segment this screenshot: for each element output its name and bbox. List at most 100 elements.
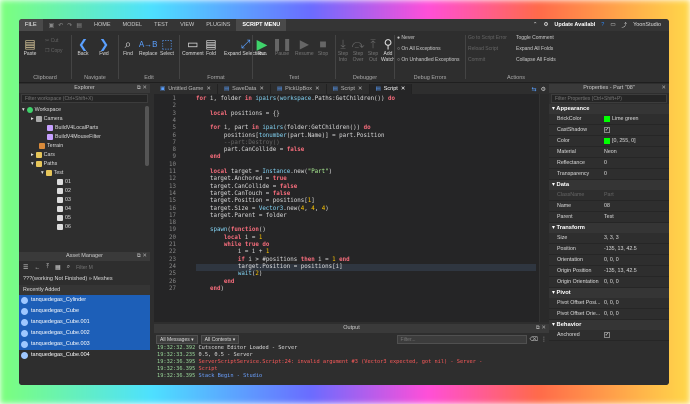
- code-line[interactable]: wait(2): [196, 271, 262, 278]
- property-row[interactable]: Position -135, 13, 42.5: [549, 244, 669, 255]
- code-line[interactable]: local target = Instance.new("Part"): [196, 169, 332, 176]
- back-icon[interactable]: ←: [34, 265, 40, 271]
- code-area[interactable]: 1 for i, folder in ipairs(workspace.Paths…: [154, 94, 539, 322]
- resume-button[interactable]: ▶ Resume: [295, 37, 314, 57]
- property-value[interactable]: [0, 255, 0]: [604, 138, 669, 144]
- menu-script[interactable]: SCRIPT MENU: [236, 19, 287, 31]
- help-icon[interactable]: ?: [601, 22, 604, 28]
- code-line[interactable]: for i, part in ipairs(folder:GetChildren…: [196, 125, 371, 132]
- property-value[interactable]: ✓: [604, 127, 669, 133]
- close-icon[interactable]: ⧉ ✕: [536, 324, 546, 333]
- property-row[interactable]: Orientation 0, 0, 0: [549, 255, 669, 266]
- close-icon[interactable]: ✕: [401, 84, 406, 94]
- add-watch-button[interactable]: ⚲ Add Watch: [381, 37, 395, 63]
- property-row[interactable]: Reflectance 0: [549, 158, 669, 169]
- property-row[interactable]: Pivot Offset Orie... 0, 0, 0: [549, 309, 669, 320]
- asset-item[interactable]: tanquedegas_Cube.002: [19, 328, 150, 339]
- property-value[interactable]: 0, 0, 0: [604, 300, 669, 306]
- compare-icon[interactable]: ⇆: [532, 86, 537, 93]
- notification-icon[interactable]: ▭: [610, 22, 615, 28]
- output-line[interactable]: 19:32:36.395 Script: [154, 366, 549, 373]
- collapse-ribbon-icon[interactable]: ⌃: [533, 22, 538, 28]
- comment-button[interactable]: ▭ Comment: [182, 37, 204, 57]
- run-button[interactable]: ▶ Run: [255, 36, 269, 58]
- unhandled-exceptions-option[interactable]: ○ On Unhandled Exceptions: [397, 57, 460, 63]
- tab-script-active[interactable]: ▤ Script ✕: [369, 84, 413, 94]
- user-name[interactable]: YoonStudio: [633, 22, 661, 28]
- close-icon[interactable]: ✕: [206, 84, 211, 94]
- replace-button[interactable]: A→B Replace: [139, 37, 158, 58]
- folder-icon[interactable]: ▤: [76, 22, 82, 29]
- property-section-pivot[interactable]: ▾ Pivot: [549, 288, 669, 298]
- property-row[interactable]: CastShadow ✓: [549, 125, 669, 136]
- code-line[interactable]: target.Position = positions[i]: [196, 263, 536, 272]
- code-line[interactable]: for i, folder in ipairs(workspace.Paths:…: [196, 96, 395, 103]
- property-row[interactable]: Name 08: [549, 201, 669, 212]
- settings-icon[interactable]: ⚙: [541, 86, 546, 93]
- toggle-comment-button[interactable]: Toggle Comment: [516, 35, 554, 41]
- output-line[interactable]: 19:32:33.235 0.5, 0.5 - Server: [154, 352, 549, 359]
- commit-button[interactable]: Commit: [468, 57, 485, 63]
- code-line[interactable]: target.Size = Vector3.new(4, 4, 4): [196, 206, 329, 213]
- property-value[interactable]: Test: [604, 214, 669, 220]
- tab-script[interactable]: ▤ Script ✕: [327, 84, 370, 94]
- property-section-data[interactable]: ▾ Data: [549, 180, 669, 190]
- menu-view[interactable]: VIEW: [174, 19, 200, 31]
- property-value[interactable]: Neon: [604, 149, 669, 155]
- step-out-button[interactable]: ⤒ Step Out: [366, 37, 380, 64]
- tree-node-part[interactable]: 01: [57, 178, 71, 186]
- code-line[interactable]: target.Parent = folder: [196, 213, 287, 220]
- property-value[interactable]: -135, 13, 42.5: [604, 246, 669, 252]
- all-exceptions-option[interactable]: ○ On All Exceptions: [397, 46, 441, 52]
- cut-button[interactable]: ✂ Cut: [45, 38, 58, 44]
- properties-filter-input[interactable]: Filter Properties (Ctrl+Shift+P): [551, 94, 667, 103]
- tree-node-part[interactable]: 04: [57, 205, 71, 213]
- property-row[interactable]: ClassName Part: [549, 190, 669, 201]
- collapse-folds-button[interactable]: Collapse All Folds: [516, 57, 556, 63]
- tree-node-buildv4mousefilter[interactable]: BuildV4MouseFilter: [47, 133, 101, 141]
- property-value[interactable]: 0, 0, 0: [604, 257, 669, 263]
- property-value[interactable]: ✓: [604, 332, 669, 338]
- redo-icon[interactable]: ↷: [67, 22, 72, 29]
- tree-node-workspace[interactable]: ▾ Workspace: [22, 106, 61, 114]
- explorer-filter-input[interactable]: Filter workspace (Ctrl+Shift+X): [21, 94, 148, 103]
- pause-button[interactable]: ❚❚ Pause: [272, 37, 292, 57]
- output-line[interactable]: 19:32:32.392 Cutscene Editor Loaded - Se…: [154, 345, 549, 352]
- color-swatch[interactable]: [604, 138, 610, 144]
- context-filter-dropdown[interactable]: All Contexts ▾: [200, 334, 240, 344]
- code-line[interactable]: i = i + 1: [196, 249, 269, 256]
- never-option[interactable]: ● Never: [397, 35, 415, 41]
- grid-icon[interactable]: ▦: [55, 264, 61, 271]
- fwd-button[interactable]: ❯ Fwd: [97, 37, 111, 57]
- tree-node-part[interactable]: 03: [57, 196, 71, 204]
- back-button[interactable]: ❮ Back: [76, 37, 90, 57]
- property-value[interactable]: 3, 3, 3: [604, 235, 669, 241]
- more-icon[interactable]: ⋮: [541, 336, 547, 343]
- clear-output-icon[interactable]: ⌫: [530, 336, 538, 343]
- property-row[interactable]: Color [0, 255, 0]: [549, 136, 669, 147]
- save-icon[interactable]: ▣: [49, 22, 55, 29]
- tree-node-paths[interactable]: ▾ Paths: [31, 160, 57, 168]
- code-line[interactable]: target.CanTouch = false: [196, 191, 290, 198]
- close-icon[interactable]: ✕: [259, 84, 264, 94]
- close-icon[interactable]: ✕: [661, 84, 666, 93]
- code-line[interactable]: target.Position = positions[1]: [196, 198, 315, 205]
- explorer-scrollbar[interactable]: [145, 106, 149, 166]
- close-icon[interactable]: ✕: [358, 84, 363, 94]
- code-line[interactable]: end): [196, 286, 224, 293]
- asset-item[interactable]: tanquedegas_Cylinder: [19, 295, 150, 306]
- import-icon[interactable]: ⤒: [46, 264, 49, 271]
- tree-node-part[interactable]: 06: [57, 223, 71, 231]
- reload-script-button[interactable]: Reload Script: [468, 46, 498, 52]
- recently-added-header[interactable]: Recently Added: [19, 285, 150, 295]
- code-line[interactable]: positions[tonumber(part.Name)] = part.Po…: [196, 133, 385, 140]
- property-row[interactable]: BrickColor Lime green: [549, 114, 669, 125]
- tab-savedata[interactable]: ▤ SaveData ✕: [218, 84, 271, 94]
- paste-button[interactable]: ▤ Paste: [23, 37, 37, 57]
- property-value[interactable]: 0, 0, 0: [604, 279, 669, 285]
- menu-model[interactable]: MODEL: [117, 19, 149, 31]
- output-line[interactable]: 19:32:36.395 ServerScriptService.Script:…: [154, 359, 549, 366]
- asset-breadcrumb[interactable]: ???(working Not Finished) » Meshes: [19, 274, 150, 285]
- property-value[interactable]: -135, 13, 42.5: [604, 268, 669, 274]
- update-available[interactable]: Update Availabl: [554, 22, 595, 28]
